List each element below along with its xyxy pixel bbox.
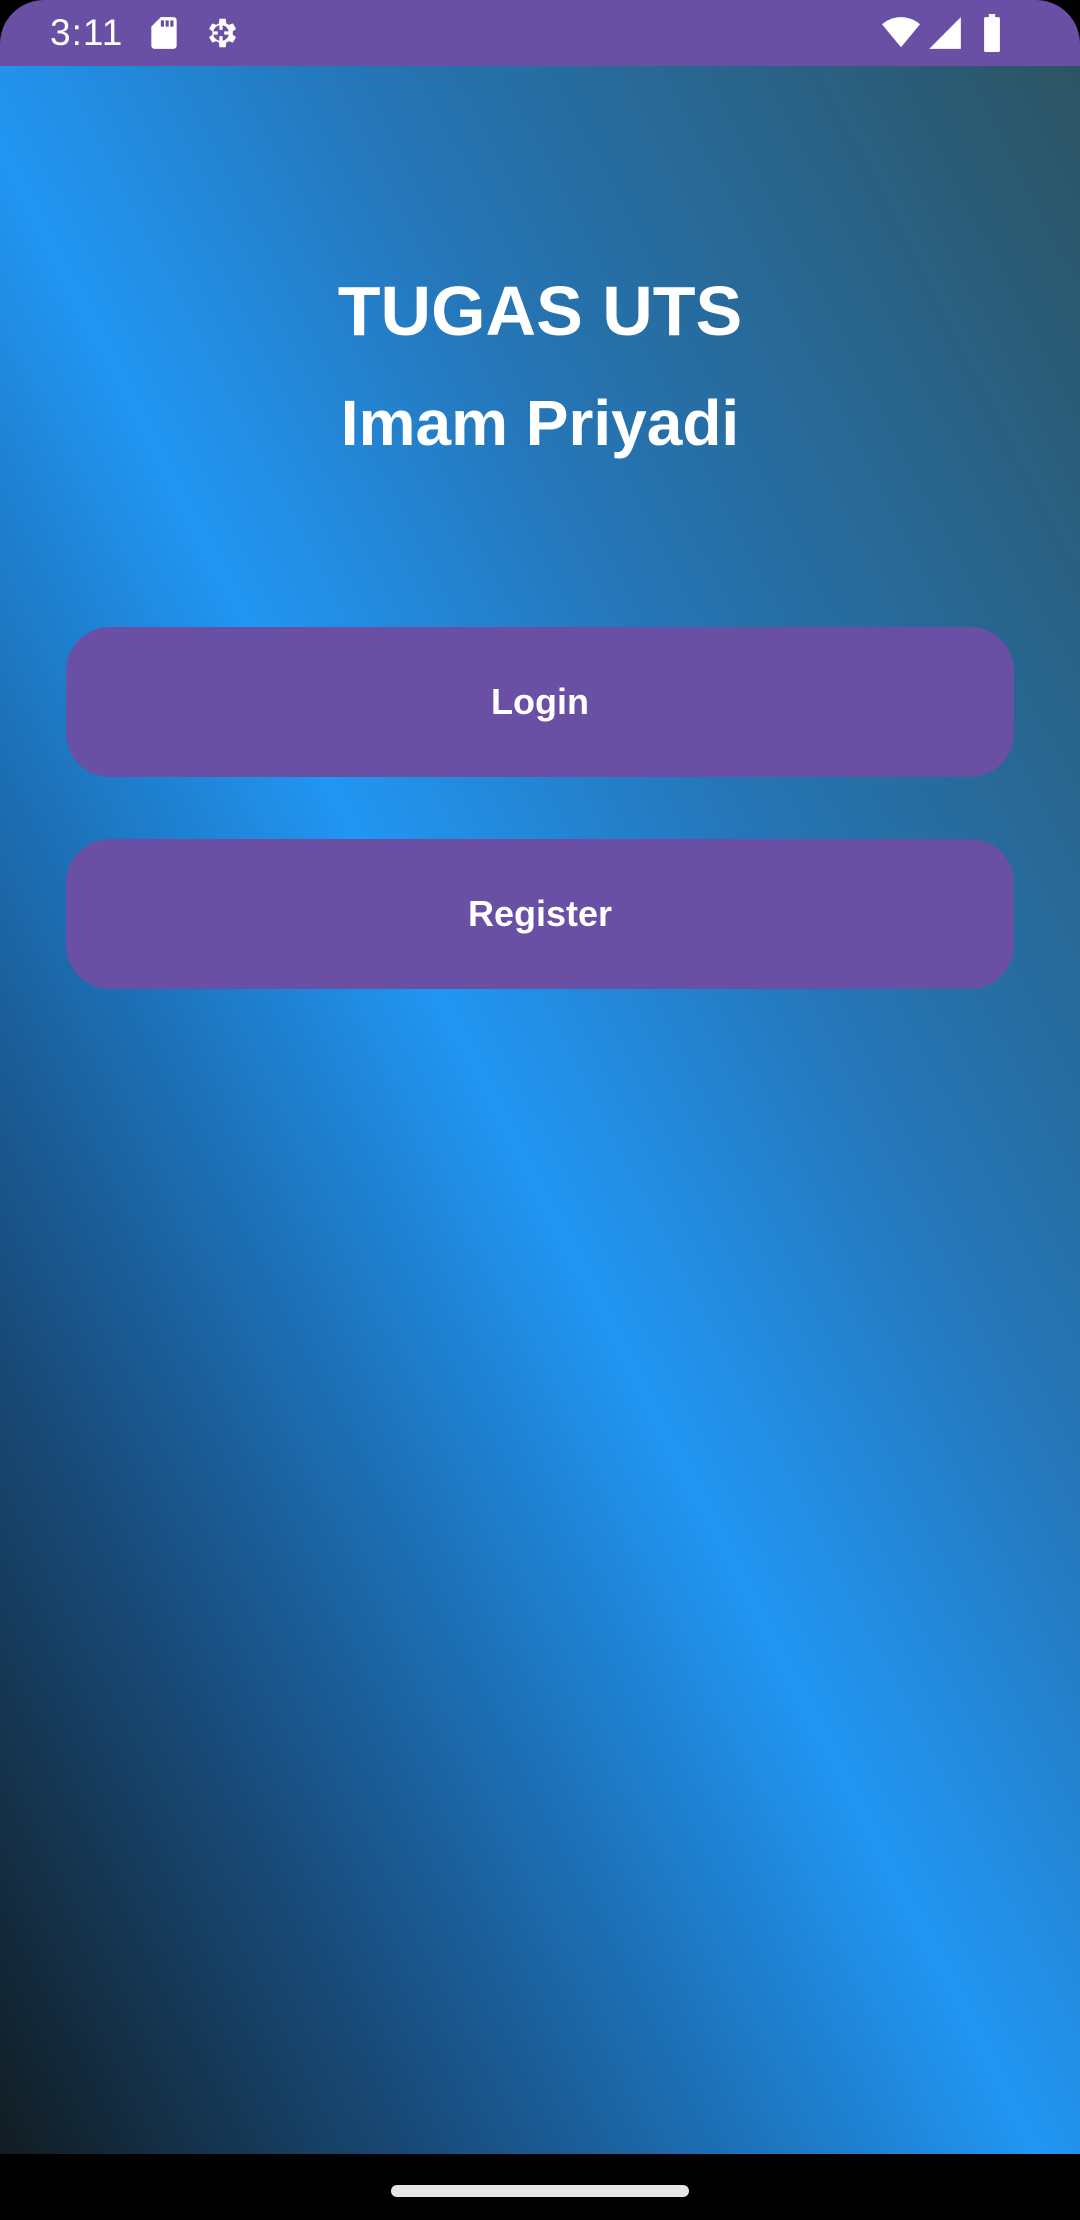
sd-card-icon bbox=[145, 14, 183, 52]
status-time: 3:11 bbox=[50, 12, 124, 53]
settings-gear-icon bbox=[202, 14, 240, 52]
page-subtitle: Imam Priyadi bbox=[340, 387, 740, 459]
register-button-label: Register bbox=[467, 893, 613, 934]
phone-screen: 3:11 TUGAS UTS Imam Priyadi Login Regist… bbox=[0, 0, 1080, 2220]
status-bar: 3:11 bbox=[0, 0, 1080, 66]
login-button[interactable]: Login bbox=[66, 627, 1014, 777]
home-gesture-pill[interactable] bbox=[391, 2185, 689, 2197]
cellular-signal-icon bbox=[926, 14, 964, 52]
main-content: TUGAS UTS Imam Priyadi Login Register bbox=[0, 66, 1080, 2154]
wifi-icon bbox=[880, 14, 922, 52]
battery-icon bbox=[980, 14, 1004, 52]
page-title: TUGAS UTS bbox=[337, 272, 743, 350]
register-button[interactable]: Register bbox=[66, 839, 1014, 989]
navigation-bar bbox=[0, 2154, 1080, 2220]
login-button-label: Login bbox=[491, 681, 589, 722]
